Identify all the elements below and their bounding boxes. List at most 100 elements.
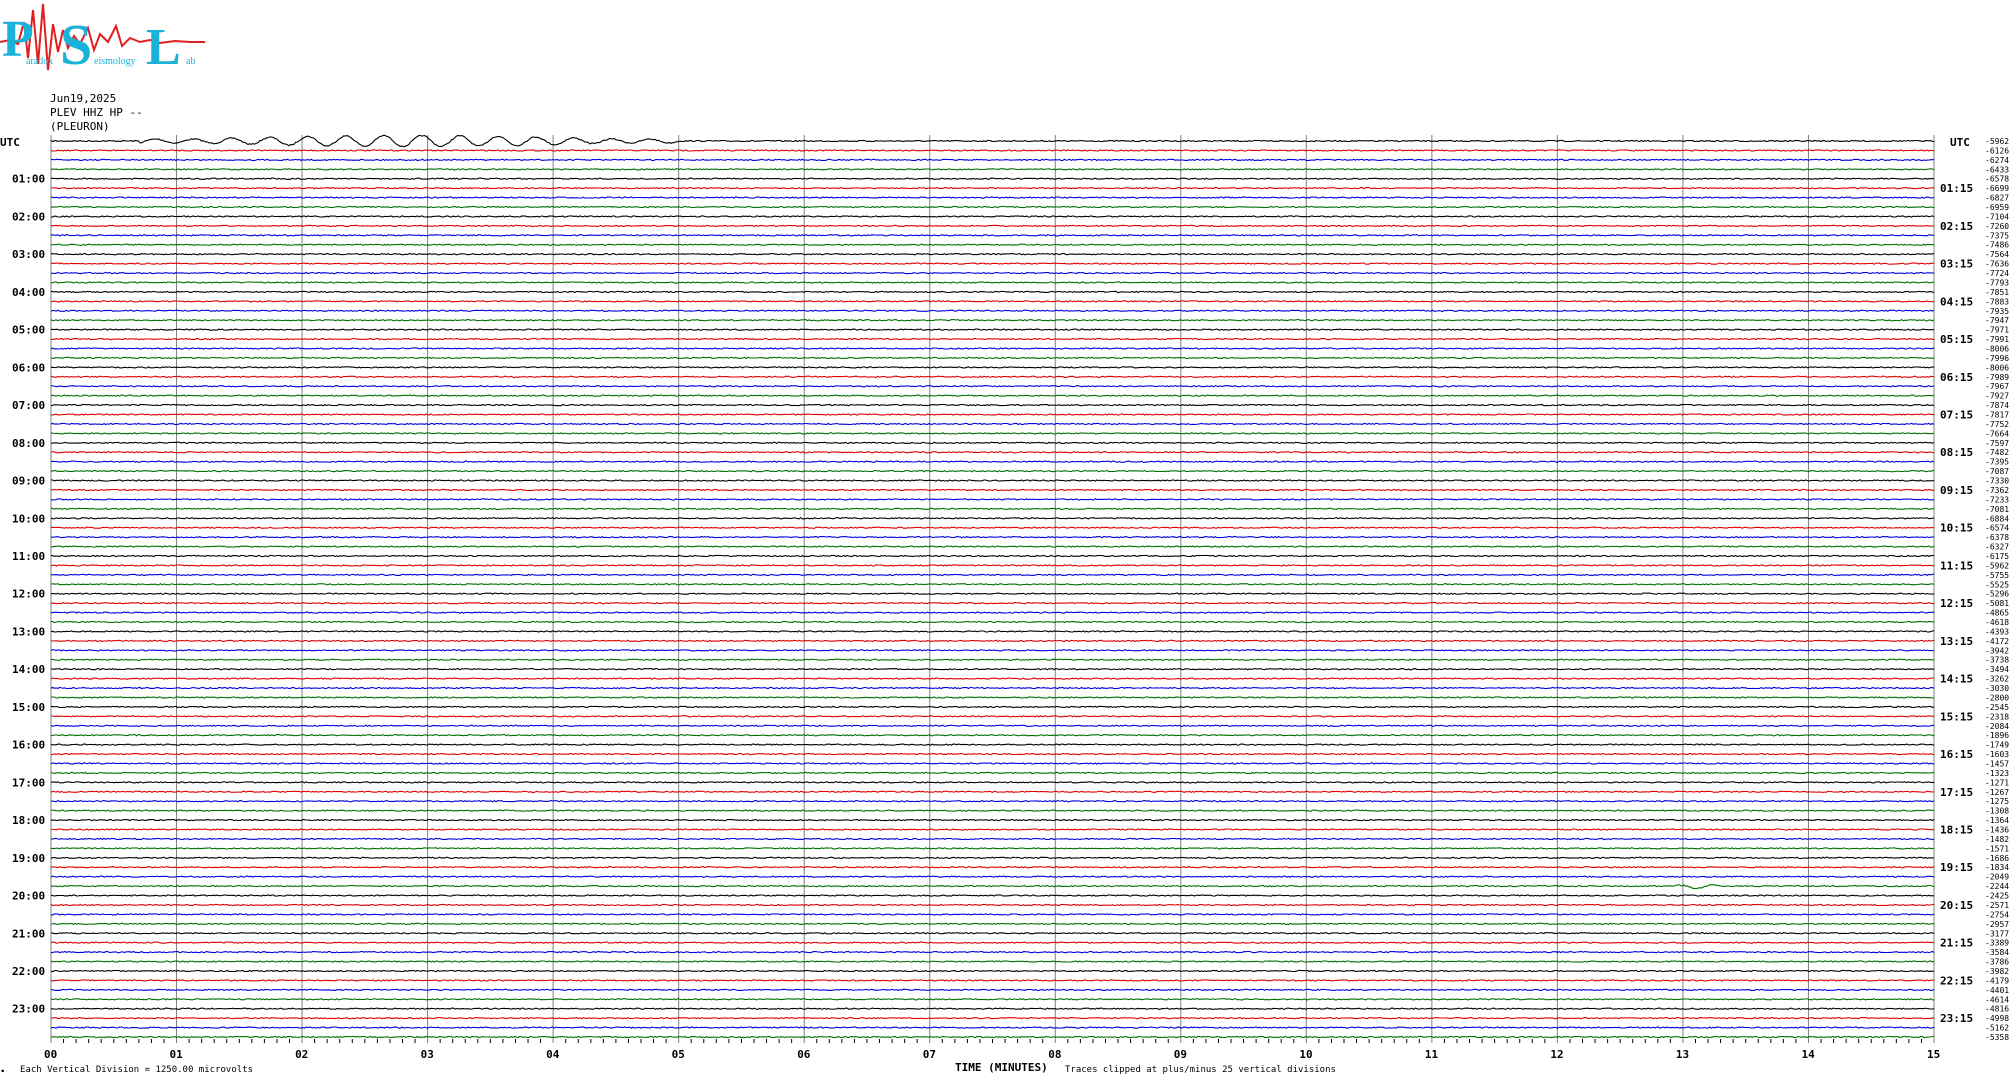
- x-tick-label: 14: [1801, 1048, 1815, 1061]
- trace-offset-label: -6126: [1985, 146, 2009, 155]
- x-tick-label: 13: [1676, 1048, 1689, 1061]
- x-tick-label: 03: [421, 1048, 434, 1061]
- trace-offset-label: -4998: [1985, 1014, 2009, 1023]
- x-tick-label: 11: [1425, 1048, 1439, 1061]
- trace-26: [50, 384, 1935, 388]
- right-hour-label: 16:15: [1940, 748, 1973, 761]
- trace-offset-label: -7330: [1985, 477, 2009, 486]
- trace-offset-label: -6699: [1985, 184, 2009, 193]
- trace-88: [50, 969, 1935, 973]
- trace-84: [50, 932, 1935, 935]
- trace-41: [50, 526, 1935, 529]
- trace-offset-label: -3177: [1985, 929, 2009, 938]
- trace-65: [50, 752, 1935, 756]
- trace-offset-label: -2084: [1985, 722, 2009, 731]
- trace-62: [50, 724, 1935, 728]
- trace-offset-label: -1571: [1985, 844, 2009, 853]
- right-hour-label: 22:15: [1940, 974, 1973, 987]
- trace-offset-label: -1323: [1985, 769, 2009, 778]
- trace-offset-label: -1686: [1985, 854, 2009, 863]
- trace-offset-label: -3982: [1985, 967, 2009, 976]
- left-utc-title: UTC: [0, 136, 20, 149]
- trace-64: [50, 743, 1935, 746]
- trace-offset-label: -6274: [1985, 156, 2009, 165]
- left-hour-label: 18:00: [12, 814, 45, 827]
- trace-offset-label: -4393: [1985, 627, 2009, 636]
- trace-offset-label: -4179: [1985, 976, 2009, 985]
- trace-20: [50, 328, 1935, 331]
- trace-52: [50, 630, 1935, 633]
- right-hour-label: 07:15: [1940, 409, 1973, 422]
- trace-group: [50, 134, 1935, 1039]
- trace-offset-label: -7947: [1985, 316, 2009, 325]
- trace-79: [50, 884, 1935, 890]
- trace-3: [50, 168, 1935, 171]
- trace-offset-label: -3584: [1985, 948, 2009, 957]
- trace-38: [50, 498, 1935, 501]
- left-hour-label: 20:00: [12, 890, 45, 903]
- trace-57: [50, 677, 1934, 680]
- trace-39: [51, 507, 1935, 511]
- trace-offset-label: -7724: [1985, 269, 2009, 278]
- right-hour-label: 08:15: [1940, 446, 1973, 459]
- trace-71: [51, 809, 1935, 812]
- trace-offset-label: -5081: [1985, 599, 2009, 608]
- trace-61: [50, 715, 1935, 718]
- trace-10: [50, 234, 1935, 237]
- trace-15: [50, 281, 1934, 284]
- trace-offset-label: -7375: [1985, 231, 2009, 240]
- trace-offset-label: -7636: [1985, 260, 2009, 269]
- trace-offset-label: -7081: [1985, 505, 2009, 514]
- trace-offset-label: -2571: [1985, 901, 2009, 910]
- trace-45: [50, 564, 1935, 567]
- trace-2: [50, 158, 1935, 162]
- trace-offset-label: -3942: [1985, 646, 2009, 655]
- x-tick-label: 12: [1550, 1048, 1563, 1061]
- trace-34: [50, 460, 1935, 463]
- trace-offset-label: -3786: [1985, 958, 2009, 967]
- trace-offset-label: -5296: [1985, 590, 2009, 599]
- trace-offset-label: -2425: [1985, 892, 2009, 901]
- x-tick-label: 02: [295, 1048, 308, 1061]
- trace-offset-label: -6827: [1985, 194, 2009, 203]
- trace-offset-label: -7883: [1985, 297, 2009, 306]
- left-hour-label: 11:00: [12, 550, 45, 563]
- trace-36: [51, 479, 1935, 482]
- trace-93: [50, 1016, 1935, 1020]
- x-axis-label: TIME (MINUTES): [955, 1061, 1048, 1074]
- trace-75: [51, 847, 1935, 850]
- left-hour-label: 23:00: [12, 1003, 45, 1016]
- x-tick-label: 10: [1299, 1048, 1312, 1061]
- trace-offset-label: -7989: [1985, 373, 2009, 382]
- right-hour-label: 10:15: [1940, 522, 1973, 535]
- x-tick-labels: 00 01 02 03 04 05 06 07 08 09 10 11 12 13 14 15: [44, 1048, 1940, 1061]
- trace-offset-label: -4618: [1985, 618, 2009, 627]
- trace-11: [50, 243, 1934, 246]
- trace-offset-label: -7991: [1985, 335, 2009, 344]
- right-hour-label: 04:15: [1940, 295, 1973, 308]
- right-hour-label: 19:15: [1940, 861, 1973, 874]
- trace-25: [50, 375, 1935, 379]
- left-hour-labels: 01:00 02:00 03:00 04:00 05:00 06:00 07:00 08:00…: [12, 173, 45, 1016]
- trace-91: [50, 998, 1935, 1001]
- right-hour-label: 12:15: [1940, 597, 1973, 610]
- trace-86: [50, 950, 1935, 954]
- trace-66: [50, 762, 1935, 765]
- left-hour-label: 06:00: [12, 361, 45, 374]
- left-hour-label: 07:00: [12, 399, 45, 412]
- trace-offset-label: -7664: [1985, 429, 2009, 438]
- trace-offset-label: -7104: [1985, 212, 2009, 221]
- trace-77: [50, 865, 1935, 869]
- left-hour-label: 09:00: [12, 475, 45, 488]
- trace-47: [50, 583, 1935, 586]
- trace-87: [50, 960, 1935, 963]
- left-hour-label: 01:00: [12, 173, 45, 186]
- trace-1: [50, 149, 1935, 152]
- trace-offset-label: -2800: [1985, 693, 2009, 702]
- trace-8: [51, 215, 1935, 218]
- trace-offset-label: -7087: [1985, 467, 2009, 476]
- trace-offset-label: -1896: [1985, 731, 2009, 740]
- trace-83: [51, 922, 1935, 926]
- trace-55: [50, 658, 1935, 661]
- trace-offset-label: -7482: [1985, 448, 2009, 457]
